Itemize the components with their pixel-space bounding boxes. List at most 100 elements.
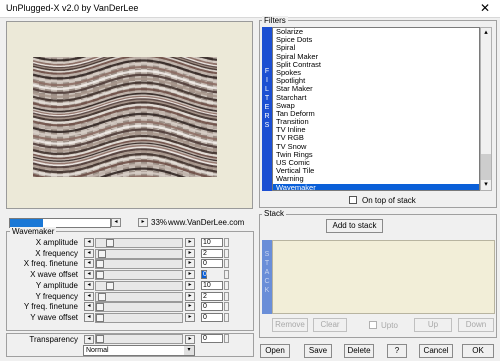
param-increase-button[interactable]: ▸ [185,302,195,311]
close-button[interactable]: ✕ [470,0,500,17]
param-increase-button[interactable]: ▸ [185,238,195,247]
filter-list-item[interactable]: Split Contrast [273,60,479,69]
down-button[interactable]: Down [458,318,494,332]
upto-checkbox[interactable] [369,321,377,329]
scroll-up-icon[interactable]: ▴ [481,28,491,38]
blend-mode-select[interactable]: Normal ▾ [83,345,195,356]
filters-scrollbar[interactable]: ▴ ▾ [480,27,492,191]
transparency-slider[interactable] [95,334,183,344]
param-decrease-button[interactable]: ◂ [84,313,94,322]
progress-fill [10,219,43,227]
dropdown-arrow-icon[interactable]: ▾ [184,346,194,355]
param-spinner[interactable] [224,281,229,290]
param-increase-button[interactable]: ▸ [185,270,195,279]
transparency-increase[interactable]: ▸ [185,335,195,344]
up-button[interactable]: Up [414,318,452,332]
param-label: Y freq. finetune [23,302,78,311]
param-value-field[interactable]: 0 [201,313,223,322]
remove-button[interactable]: Remove [272,318,308,332]
param-decrease-button[interactable]: ◂ [84,302,94,311]
progress-left-button[interactable]: ◂ [111,218,121,227]
save-button[interactable]: Save [304,344,332,358]
filters-list[interactable]: Solarize Spice Dots Spiral Spiral Maker Spli… [272,27,480,191]
transparency-label: Transparency [29,335,78,344]
transparency-decrease[interactable]: ◂ [84,335,94,344]
help-button[interactable]: ? [387,344,407,358]
param-label: X amplitude [35,238,78,247]
param-value-field[interactable]: 0 [201,302,223,311]
add-to-stack-button[interactable]: Add to stack [326,219,383,233]
preview-frame [6,21,253,209]
param-spinner[interactable] [224,238,229,247]
transparency-spinner[interactable] [224,334,229,343]
param-increase-button[interactable]: ▸ [185,249,195,258]
param-value-field[interactable]: 10 [201,281,223,290]
param-slider[interactable] [95,238,183,248]
param-increase-button[interactable]: ▸ [185,292,195,301]
param-slider[interactable] [95,313,183,323]
param-slider[interactable] [95,302,183,312]
param-label: Y amplitude [35,281,78,290]
website-link[interactable]: www.VanDerLee.com [168,218,244,227]
open-button[interactable]: Open [260,344,290,358]
param-value-field[interactable]: 0 [201,270,207,279]
param-spinner[interactable] [224,249,229,258]
param-increase-button[interactable]: ▸ [185,281,195,290]
on-top-checkbox[interactable] [349,196,357,204]
progress-percent: 33% [151,218,168,227]
param-decrease-button[interactable]: ◂ [84,259,94,268]
filter-list-item[interactable]: Starchart [273,93,479,102]
param-increase-button[interactable]: ▸ [185,259,195,268]
param-spinner[interactable] [224,270,229,279]
param-slider[interactable] [95,270,183,280]
param-decrease-button[interactable]: ◂ [84,292,94,301]
param-slider[interactable] [95,249,183,259]
param-decrease-button[interactable]: ◂ [84,249,94,258]
param-value-field[interactable]: 0 [201,259,223,268]
upto-label: Upto [381,321,398,330]
param-value-field[interactable]: 10 [201,238,223,247]
clear-button[interactable]: Clear [313,318,347,332]
param-slider-thumb[interactable] [98,250,106,258]
preview-image [33,57,217,177]
param-spinner[interactable] [224,292,229,301]
param-increase-button[interactable]: ▸ [185,313,195,322]
param-spinner[interactable] [224,313,229,322]
filter-list-item[interactable]: Vertical Tile [273,166,479,175]
param-slider[interactable] [95,281,183,291]
blend-mode-value: Normal [86,347,109,354]
param-slider-thumb[interactable] [96,260,104,268]
param-value-field[interactable]: 2 [201,292,223,301]
param-slider-thumb[interactable] [96,314,104,322]
window-title: UnPlugged-X v2.0 by VanDerLee [6,3,139,13]
delete-button[interactable]: Delete [344,344,374,358]
param-slider-thumb[interactable] [106,239,114,247]
wavemaker-title: Wavemaker [10,227,57,236]
scroll-down-icon[interactable]: ▾ [481,180,491,190]
progress-right-button[interactable]: ▸ [138,218,148,227]
param-decrease-button[interactable]: ◂ [84,281,94,290]
param-spinner[interactable] [224,259,229,268]
scroll-thumb[interactable] [481,154,491,180]
param-value-field[interactable]: 2 [201,249,223,258]
cancel-button[interactable]: Cancel [419,344,453,358]
param-decrease-button[interactable]: ◂ [84,238,94,247]
param-slider-thumb[interactable] [106,282,114,290]
transparency-slider-thumb[interactable] [96,335,104,343]
param-slider-thumb[interactable] [96,271,104,279]
stack-title: Stack [262,209,287,218]
param-label: Y wave offset [30,313,78,322]
param-slider[interactable] [95,292,183,302]
param-decrease-button[interactable]: ◂ [84,270,94,279]
param-slider[interactable] [95,259,183,269]
param-slider-thumb[interactable] [96,303,104,311]
param-spinner[interactable] [224,302,229,311]
ok-button[interactable]: OK [462,344,494,358]
param-slider-thumb[interactable] [98,293,106,301]
filter-list-item[interactable]: Wavemaker [273,183,479,190]
on-top-label: On top of stack [362,196,416,205]
filter-list-item[interactable]: Spice Dots [273,35,479,44]
stack-list[interactable] [272,240,495,314]
transparency-value[interactable]: 0 [201,334,223,343]
stack-side-label: STACK [262,240,272,314]
